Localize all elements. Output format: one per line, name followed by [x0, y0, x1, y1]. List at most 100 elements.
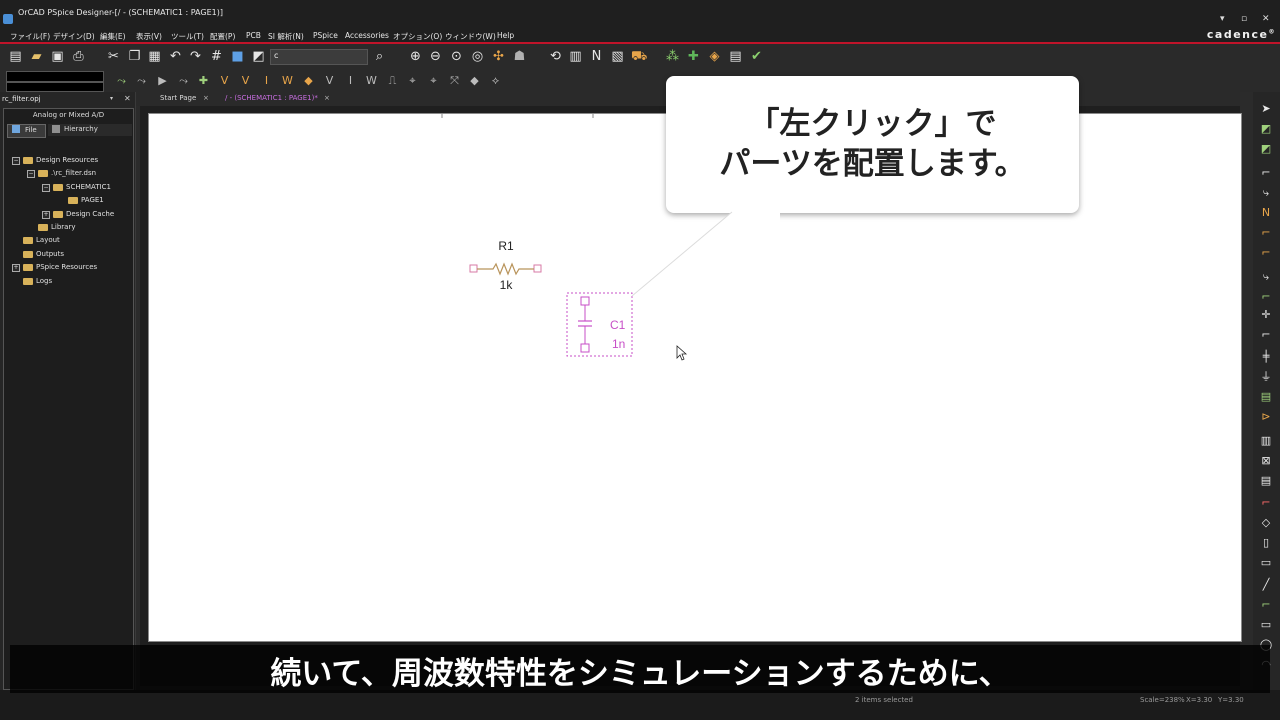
target-icon[interactable]: ⌖ — [405, 73, 420, 88]
net-group-icon[interactable]: ⌐ — [1259, 290, 1273, 304]
save-icon[interactable]: ▣ — [50, 49, 65, 64]
rectangle-icon[interactable]: ▭ — [1259, 618, 1273, 632]
notes-icon[interactable]: N — [589, 49, 604, 64]
tab-file[interactable]: File — [7, 124, 46, 138]
capacitor-pin-2[interactable] — [580, 343, 590, 353]
bias-voltage-icon[interactable]: V — [322, 73, 337, 88]
check-icon[interactable]: ✔ — [749, 49, 764, 64]
cart-icon[interactable]: ⛟ — [631, 49, 647, 64]
copy-icon[interactable]: ❐ — [127, 49, 142, 64]
capacitor-pin-1[interactable] — [580, 296, 590, 306]
drc-icon[interactable]: ▧ — [610, 49, 625, 64]
collapse-icon[interactable]: − — [42, 183, 50, 192]
place-part-icon[interactable]: ◩ — [251, 49, 266, 64]
menu-si-analysis[interactable]: SI 解析(N) — [268, 31, 304, 42]
tree-node[interactable]: − SCHEMATIC1 — [4, 182, 133, 194]
part-search-combo[interactable]: c — [270, 49, 368, 65]
expand-icon[interactable]: + — [12, 264, 20, 273]
paste-icon[interactable]: ▦ — [147, 49, 162, 64]
new-file-icon[interactable]: ▤ — [8, 49, 23, 64]
panel-close-icon[interactable]: ✕ — [124, 94, 131, 103]
menu-design[interactable]: デザイン(D) — [53, 31, 95, 42]
run-icon[interactable]: ▶ — [155, 73, 170, 88]
power-icon[interactable]: ╪ — [1259, 350, 1273, 364]
tab-start-page-close[interactable]: × — [203, 94, 209, 102]
marker-icon[interactable]: ◆ — [301, 73, 316, 88]
netlist-icon[interactable]: ✣ — [491, 49, 506, 64]
tab-schematic-close[interactable]: × — [324, 94, 330, 102]
no-connect-icon[interactable]: ⌐ — [1259, 328, 1273, 342]
restore-button[interactable]: ▫ — [1241, 14, 1247, 24]
annotate-icon[interactable]: ▥ — [568, 49, 583, 64]
redo-icon[interactable]: ↷ — [188, 49, 203, 64]
bom-icon[interactable]: ☗ — [512, 49, 527, 64]
tab-start-page[interactable]: Start Page — [160, 94, 196, 102]
hierarchy-icon[interactable]: ⁂ — [665, 49, 680, 64]
open-folder-icon[interactable]: ▰ — [29, 49, 44, 64]
junction-group-icon[interactable]: ⌐ — [1259, 246, 1273, 260]
menu-help[interactable]: Help — [497, 31, 514, 40]
place-part-tool-icon[interactable]: ◩ — [1259, 122, 1273, 136]
refresh-icon[interactable]: ⟲ — [548, 49, 563, 64]
tree-node[interactable]: PAGE1 — [4, 195, 133, 207]
measure-icon[interactable]: ⌖ — [426, 73, 441, 88]
tree-node[interactable]: + PSpice Resources — [4, 262, 133, 274]
font-combo[interactable] — [6, 71, 104, 82]
ieee-symbol-icon[interactable]: ▯ — [1259, 536, 1273, 550]
cut-icon[interactable]: ✂ — [106, 49, 121, 64]
bias-current-icon[interactable]: I — [343, 73, 358, 88]
undo-icon[interactable]: ↶ — [168, 49, 183, 64]
simulation-profile-icon[interactable]: ⤳ — [114, 73, 129, 88]
tree-node[interactable]: Layout — [4, 235, 133, 247]
tree-node[interactable]: + Design Cache — [4, 209, 133, 221]
voltage-marker-icon[interactable]: V — [217, 73, 232, 88]
resistor-pin-1[interactable] — [469, 264, 478, 273]
bus-entry-icon[interactable]: ⤷ — [1259, 270, 1273, 284]
polygon-icon[interactable]: ◇ — [1259, 516, 1273, 530]
zoom-out-icon[interactable]: ⊖ — [428, 49, 443, 64]
search-icon[interactable]: ⌕ — [372, 49, 387, 64]
trace-icon[interactable]: ⤧ — [447, 73, 462, 88]
polyline-icon[interactable]: ⌐ — [1259, 598, 1273, 612]
menu-accessories[interactable]: Accessories — [345, 31, 389, 40]
menu-pcb[interactable]: PCB — [246, 31, 261, 40]
print-icon[interactable]: ⎙ — [71, 49, 86, 64]
current-marker-icon[interactable]: I — [259, 73, 274, 88]
snap-icon[interactable]: ■ — [230, 49, 245, 64]
library-icon[interactable]: ◈ — [707, 49, 722, 64]
panel-dropdown-icon[interactable]: ▾ — [110, 95, 113, 102]
place-pspice-part-icon[interactable]: ◩ — [1259, 142, 1273, 156]
zoom-area-icon[interactable]: ⊙ — [449, 49, 464, 64]
probe-icon[interactable]: ⎍ — [385, 73, 400, 88]
menu-window[interactable]: ウィンドウ(W) — [445, 31, 496, 42]
size-combo[interactable] — [6, 82, 104, 92]
expand-icon[interactable]: + — [42, 210, 50, 219]
net-alias-icon[interactable]: N — [1259, 206, 1273, 220]
port-icon[interactable]: ⊳ — [1259, 410, 1273, 424]
tab-hierarchy[interactable]: Hierarchy — [48, 124, 132, 136]
zoom-all-icon[interactable]: ◎ — [470, 49, 485, 64]
tree-node[interactable]: Library — [4, 222, 133, 234]
menu-options[interactable]: オプション(O) — [393, 31, 442, 42]
menu-place[interactable]: 配置(P) — [210, 31, 235, 42]
drop-icon[interactable]: ◆ — [467, 73, 482, 88]
tree-node[interactable]: − Design Resources — [4, 155, 133, 167]
menu-tools[interactable]: ツール(T) — [171, 31, 204, 42]
bookmark-icon[interactable]: ▭ — [1259, 556, 1273, 570]
auto-wire-icon[interactable]: ⌐ — [1259, 226, 1273, 240]
new-profile-icon[interactable]: ✚ — [196, 73, 211, 88]
menu-view[interactable]: 表示(V) — [136, 31, 162, 42]
net-icon[interactable]: ⟡ — [488, 73, 503, 88]
line-icon[interactable]: ╱ — [1259, 578, 1273, 592]
tab-schematic-page1[interactable]: / - (SCHEMATIC1 : PAGE1)* — [225, 94, 318, 102]
add-part-icon[interactable]: ✚ — [686, 49, 701, 64]
resistor-pin-2[interactable] — [533, 264, 542, 273]
off-page-connector-icon[interactable]: ⊠ — [1259, 454, 1273, 468]
bias-power-icon[interactable]: W — [364, 73, 379, 88]
tree-node[interactable]: − .\rc_filter.dsn — [4, 168, 133, 180]
voltage-differential-marker-icon[interactable]: V — [238, 73, 253, 88]
menu-edit[interactable]: 編集(E) — [100, 31, 126, 42]
menu-pspice[interactable]: PSpice — [313, 31, 338, 40]
collapse-icon[interactable]: − — [12, 157, 20, 165]
wire-tool-icon[interactable]: ⌐ — [1259, 166, 1273, 180]
